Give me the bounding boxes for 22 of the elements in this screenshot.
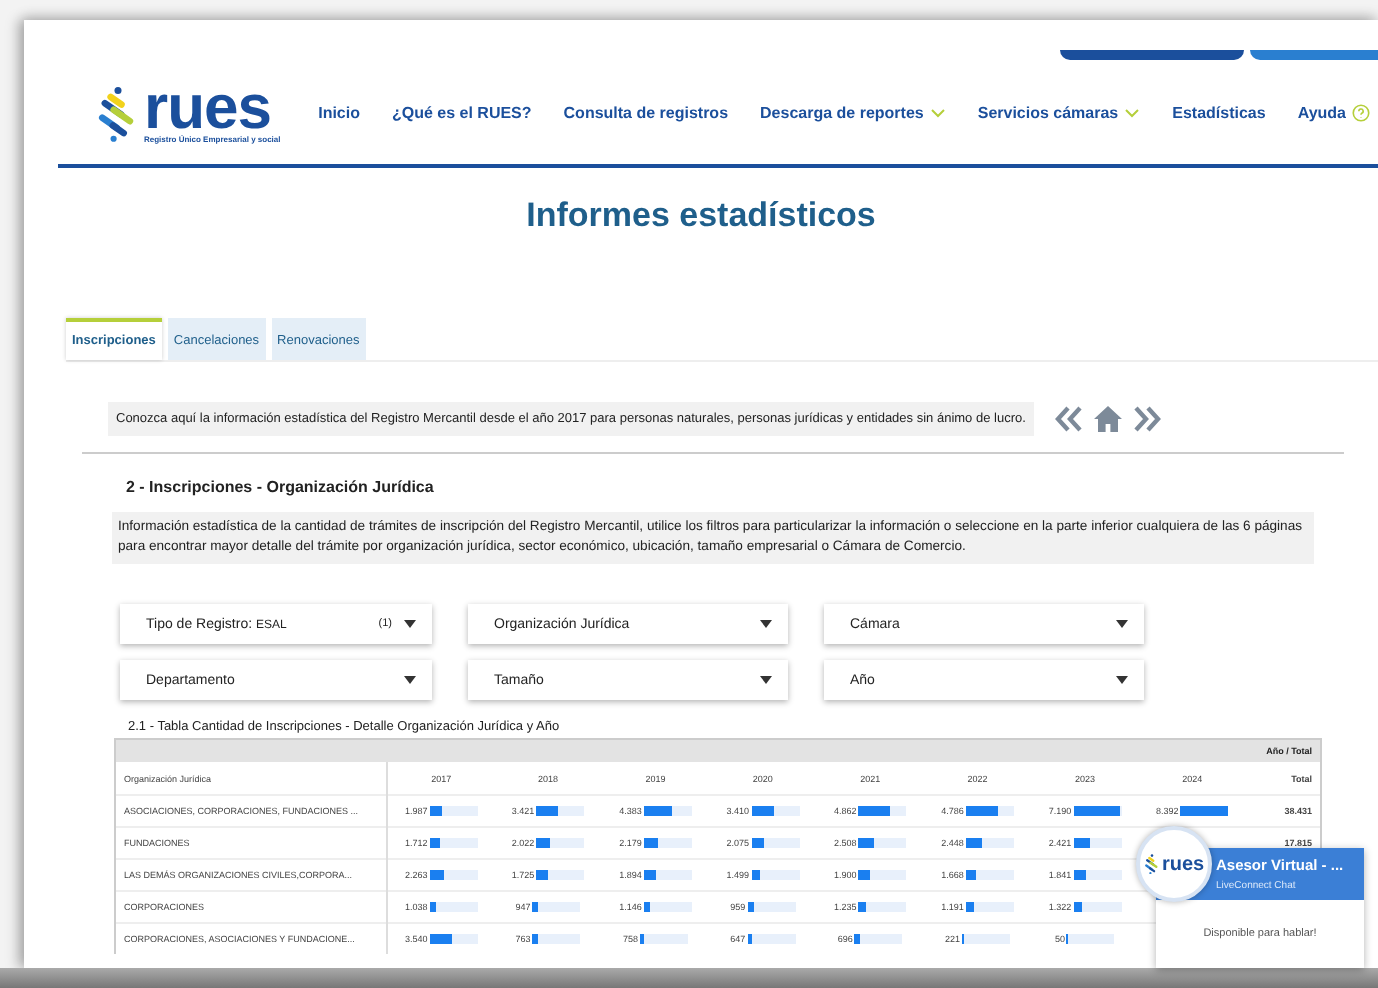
caret-icon [760,620,772,628]
logo-wordmark: rues [1161,853,1205,875]
caret-icon [404,676,416,684]
nav-link[interactable]: Ayuda [1297,103,1370,121]
nav-link[interactable]: Consulta de registros [563,103,729,121]
caret-icon [404,620,416,628]
nav-link[interactable]: Inicio [318,103,360,121]
header-tab[interactable] [1060,50,1244,60]
nav-link[interactable]: Estadísticas [1172,103,1266,121]
home-icon[interactable] [1093,406,1122,432]
logo-wordmark: rues [144,81,271,133]
page-title: Informes estadísticos [524,196,878,236]
section-title: 2 - Inscripciones - Organización Jurídica [126,478,436,496]
nav-link[interactable]: Servicios cámaras [977,103,1141,121]
logo-icon [1143,853,1160,875]
caret-icon [1116,620,1128,628]
nav-link[interactable]: ¿Qué es el RUES? [391,103,532,121]
nav-link[interactable]: Descarga de reportes [760,103,946,121]
double-chevron-left-icon[interactable] [1053,406,1084,432]
caret-icon [1116,676,1128,684]
caret-icon [760,676,772,684]
double-chevron-right-icon[interactable] [1131,406,1162,432]
